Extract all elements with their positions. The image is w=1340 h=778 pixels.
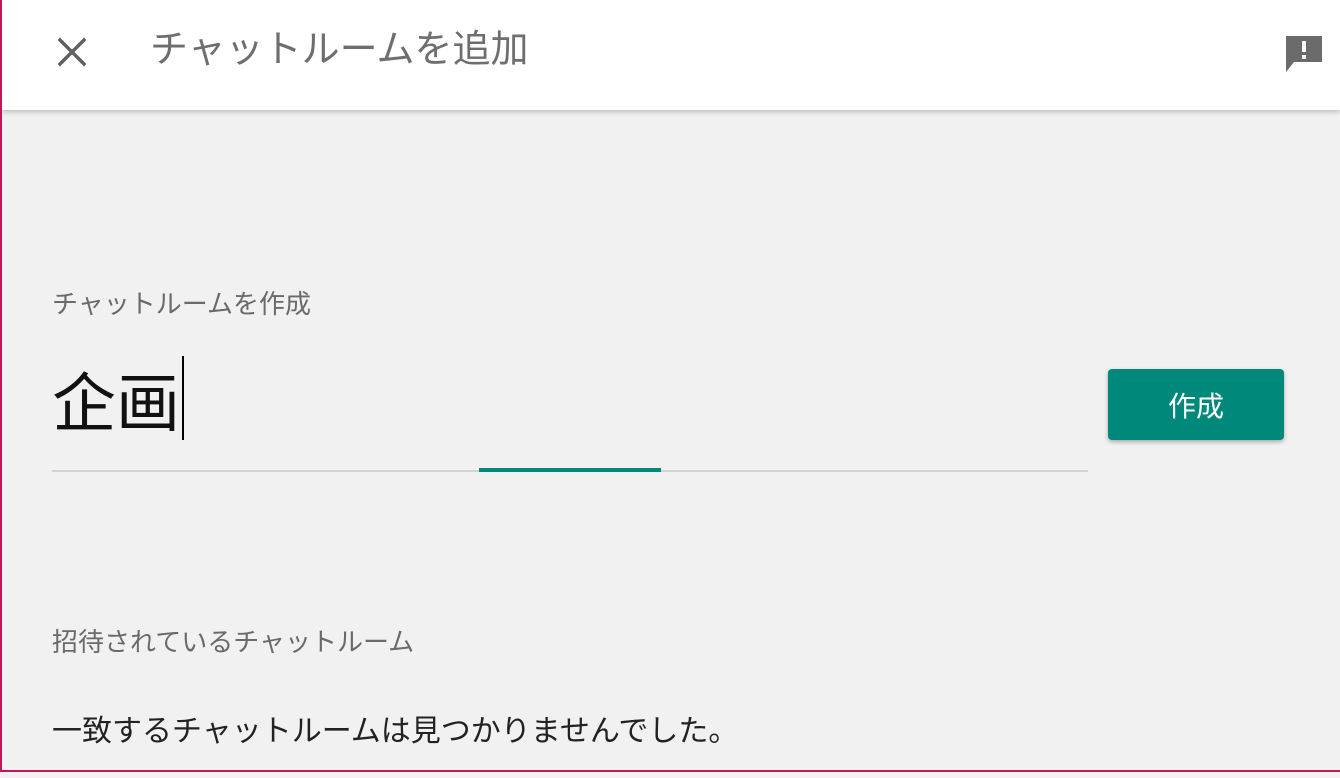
- chatroom-name-input[interactable]: 企画: [52, 356, 184, 445]
- no-results-message: 一致するチャットルームは見つかりませんでした。: [52, 714, 739, 749]
- input-focus-indicator: [479, 468, 661, 472]
- dialog-title: チャットルームを追加: [150, 27, 529, 71]
- invited-chatrooms-label: 招待されているチャットルーム: [52, 628, 415, 658]
- create-chatroom-label: チャットルームを作成: [52, 290, 311, 320]
- close-icon: [57, 37, 87, 67]
- add-chatroom-dialog: チャットルームを追加 チャットルームを作成 企画 作成 招待されているチャットル…: [0, 0, 1340, 772]
- create-button[interactable]: 作成: [1108, 369, 1284, 440]
- chatroom-name-field[interactable]: 企画: [52, 356, 1088, 472]
- chatroom-name-value: 企画: [52, 368, 180, 442]
- feedback-icon: [1286, 36, 1322, 72]
- feedback-button[interactable]: [1282, 32, 1326, 76]
- close-button[interactable]: [52, 32, 92, 72]
- text-caret: [182, 356, 184, 440]
- dialog-header: チャットルームを追加: [2, 0, 1340, 110]
